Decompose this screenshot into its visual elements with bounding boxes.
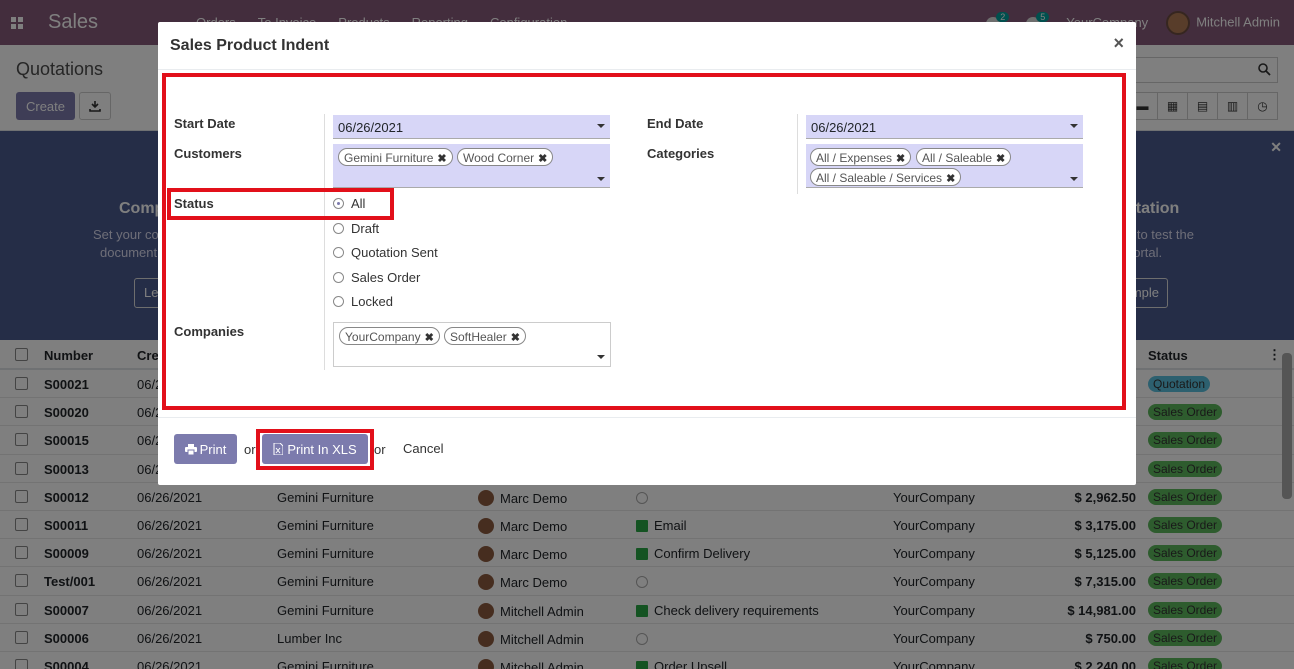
end-date-label: End Date (647, 116, 704, 131)
start-date-field[interactable]: 06/26/2021 (333, 115, 610, 139)
status-label: Status (174, 196, 214, 211)
company-tag: YourCompany ✖ (339, 327, 440, 345)
dialog-footer: Print or Print In XLS or Cancel (158, 417, 1136, 485)
excel-file-icon (273, 443, 284, 455)
category-tag: All / Saleable / Services ✖ (810, 168, 962, 186)
print-button[interactable]: Print (174, 434, 237, 464)
end-date-field[interactable]: 06/26/2021 (806, 115, 1083, 139)
remove-tag-icon[interactable]: ✖ (996, 153, 1005, 165)
company-tag: SoftHealer ✖ (444, 327, 526, 345)
customers-field[interactable]: Gemini Furniture ✖ Wood Corner ✖ (333, 144, 610, 188)
start-date-value: 06/26/2021 (338, 120, 404, 135)
categories-label: Categories (647, 146, 715, 161)
print-in-xls-label: Print In XLS (287, 441, 357, 457)
customers-caret-icon (597, 177, 605, 181)
radio-icon[interactable] (333, 222, 344, 234)
radio-icon[interactable] (333, 295, 344, 307)
companies-caret-icon (597, 355, 605, 359)
radio-icon[interactable] (333, 271, 344, 283)
status-option-sales-order[interactable]: Sales Order (333, 268, 420, 286)
end-date-caret-icon (1070, 124, 1078, 128)
category-tag: All / Saleable ✖ (916, 148, 1012, 166)
categories-field[interactable]: All / Expenses ✖ All / Saleable ✖ All / Sa… (806, 144, 1083, 188)
status-option-all[interactable]: All (333, 194, 365, 212)
column-divider-right (797, 114, 798, 194)
print-in-xls-button[interactable]: Print In XLS (262, 434, 368, 464)
status-option-locked[interactable]: Locked (333, 292, 393, 310)
print-icon (184, 443, 197, 455)
start-date-caret-icon (597, 124, 605, 128)
dialog-header: Sales Product Indent × (158, 22, 1136, 70)
remove-tag-icon[interactable]: ✖ (538, 153, 547, 165)
column-divider (324, 114, 325, 370)
customer-tag: Gemini Furniture ✖ (338, 148, 453, 166)
remove-tag-icon[interactable]: ✖ (896, 153, 905, 165)
status-option-quotation-sent[interactable]: Quotation Sent (333, 243, 438, 261)
close-icon[interactable]: × (1113, 33, 1124, 54)
category-tag: All / Expenses ✖ (810, 148, 912, 166)
radio-selected-icon[interactable] (333, 197, 344, 209)
end-date-value: 06/26/2021 (811, 120, 877, 135)
or-text-2: or (374, 442, 386, 457)
customers-label: Customers (174, 146, 242, 161)
categories-caret-icon (1070, 177, 1078, 181)
remove-tag-icon[interactable]: ✖ (425, 332, 434, 344)
sales-product-indent-dialog: Sales Product Indent × Start Date 06/26/… (158, 22, 1136, 485)
dialog-title: Sales Product Indent (170, 37, 330, 54)
or-text: or (244, 442, 256, 457)
print-label: Print (199, 441, 227, 457)
customer-tag: Wood Corner ✖ (457, 148, 554, 166)
remove-tag-icon[interactable]: ✖ (511, 332, 520, 344)
companies-field[interactable]: YourCompany ✖ SoftHealer ✖ (333, 322, 611, 367)
cancel-button[interactable]: Cancel (403, 441, 443, 456)
radio-icon[interactable] (333, 246, 344, 258)
remove-tag-icon[interactable]: ✖ (946, 173, 955, 185)
start-date-label: Start Date (174, 116, 236, 131)
remove-tag-icon[interactable]: ✖ (437, 153, 446, 165)
status-option-draft[interactable]: Draft (333, 219, 379, 237)
companies-label: Companies (174, 324, 245, 339)
